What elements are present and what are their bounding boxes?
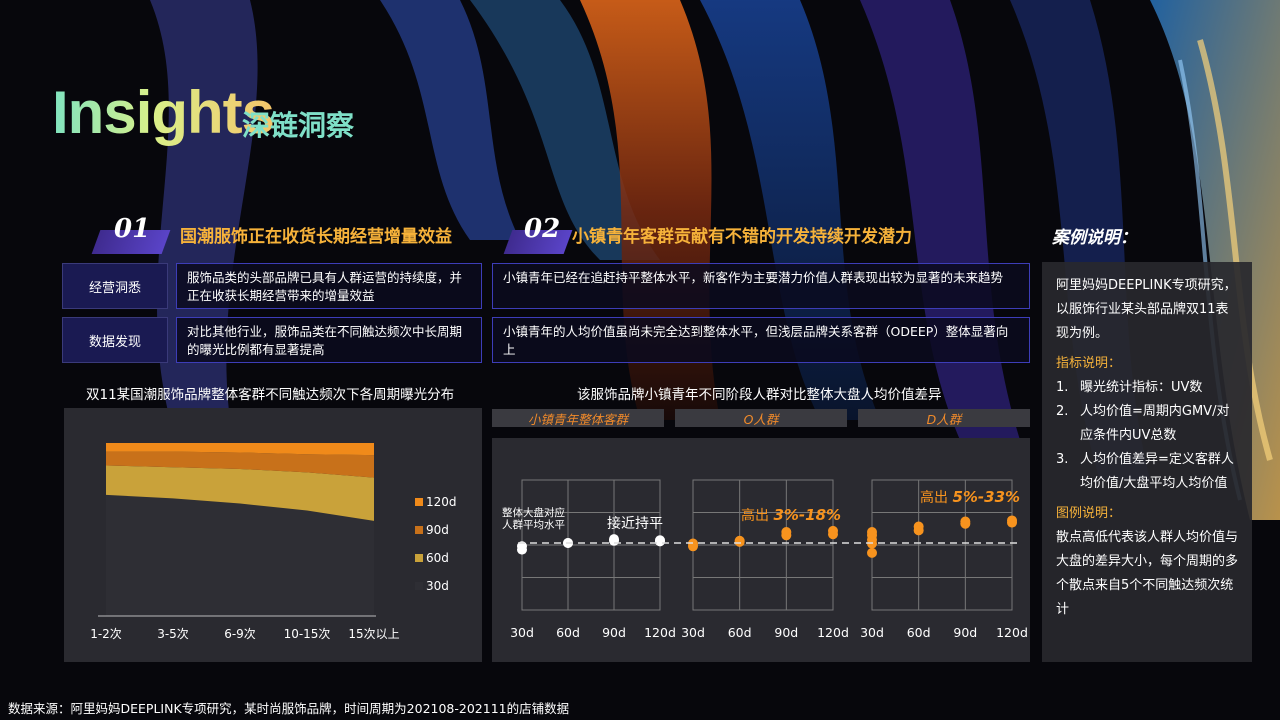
section-02-number: 02 xyxy=(524,214,561,244)
section-02-title: 小镇青年客群贡献有不错的开发持续开发潜力 xyxy=(572,227,912,247)
scatter-x-tick: 120d xyxy=(817,625,849,640)
x-tick-label: 15次以上 xyxy=(348,627,399,641)
scatter-point xyxy=(828,529,838,540)
scatter-x-tick: 90d xyxy=(953,625,977,640)
scatter-x-tick: 120d xyxy=(996,625,1028,640)
legend-swatch xyxy=(415,554,423,562)
row-label-insight: 经营洞悉 xyxy=(62,263,168,309)
section-01-title: 国潮服饰正在收货长期经营增量效益 xyxy=(180,227,452,247)
scatter-point xyxy=(609,535,619,546)
x-tick-label: 1-2次 xyxy=(90,627,122,641)
x-tick-label: 10-15次 xyxy=(284,627,331,641)
metrics-list: 1. 曝光统计指标：UV数 2. 人均价值=周期内GMV/对应条件内UV总数 3. 人… xyxy=(1056,376,1238,496)
scatter-point xyxy=(867,547,877,558)
legend-title: 图例说明： xyxy=(1056,506,1122,521)
legend-label: 120d xyxy=(426,495,457,509)
scatter-chart: 30d 60d 90d 120d 接近持平 30d 60d 90d 120d 高出 3%-18% 3… xyxy=(502,479,1028,640)
scatter-x-tick: 30d xyxy=(681,625,705,640)
legend-label: 30d xyxy=(426,579,449,593)
case-panel: 阿里妈妈DEEPLINK专项研究，以服饰行业某头部品牌双11表现为例。 指标说明… xyxy=(1042,262,1252,662)
data-source: 数据来源：阿里妈妈DEEPLINK专项研究，某时尚服饰品牌，时间周期为20210… xyxy=(8,701,570,716)
legend-text: 散点高低代表该人群人均价值与大盘的差异大小，每个周期的多个散点来自5个不同触达频… xyxy=(1056,530,1239,617)
case-title: 案例说明： xyxy=(1052,228,1137,248)
x-tick-label: 3-5次 xyxy=(157,627,189,641)
scatter-x-tick: 60d xyxy=(728,625,752,640)
area-chart-title: 双11某国潮服饰品牌整体客群不同触达频次下各周期曝光分布 xyxy=(86,387,455,403)
scatter-point xyxy=(960,518,971,529)
legend-swatch xyxy=(415,582,423,590)
scatter-x-tick: 90d xyxy=(774,625,798,640)
tag-small-town-youth: 小镇青年整体客群 xyxy=(492,409,664,427)
scatter-x-tick: 60d xyxy=(907,625,931,640)
row-insight-text-1: 服饰品类的头部品牌已具有人群运营的持续度，并正在收获长期经营带来的增量效益 xyxy=(176,263,482,309)
scatter-annotation: 高出 5%-33% xyxy=(920,488,1020,506)
scatter-annotation: 接近持平 xyxy=(607,515,663,532)
area-chart: 1-2次 3-5次 6-9次 10-15次 15次以上 120d 90d 60d 30d xyxy=(90,443,457,641)
scatter-x-tick: 90d xyxy=(602,625,626,640)
row-finding-text-2: 小镇青年的人均价值虽尚未完全达到整体水平，但浅层品牌关系客群（ODEEP）整体显… xyxy=(492,317,1030,363)
scatter-point xyxy=(913,525,924,536)
scatter-point xyxy=(1007,517,1017,528)
scatter-point xyxy=(781,530,792,541)
page-title-en: Insights xyxy=(52,79,275,146)
legend-label: 60d xyxy=(426,551,449,565)
scatter-x-tick: 120d xyxy=(644,625,676,640)
baseline-label-line2: 人群平均水平 xyxy=(502,518,565,531)
metric-item: 2. 人均价值=周期内GMV/对应条件内UV总数 xyxy=(1056,404,1230,443)
scatter-x-tick: 30d xyxy=(510,625,534,640)
legend-swatch xyxy=(415,526,423,534)
page-title-cn: 深链洞察 xyxy=(242,109,355,142)
legend-swatch xyxy=(415,498,423,506)
scatter-point xyxy=(655,536,665,547)
scatter-point xyxy=(734,535,745,546)
metric-item: 3. 人均价值差异=定义客群人均价值/大盘平均人均价值 xyxy=(1056,452,1234,491)
row-label-finding: 数据发现 xyxy=(62,317,168,363)
area-chart-panel: 1-2次 3-5次 6-9次 10-15次 15次以上 120d 90d 60d 30d xyxy=(64,408,482,662)
scatter-annotation: 高出 3%-18% xyxy=(741,506,841,524)
scatter-chart-title: 该服饰品牌小镇青年不同阶段人群对比整体大盘人均价值差异 xyxy=(577,387,942,403)
x-tick-label: 6-9次 xyxy=(224,627,256,641)
scatter-chart-panel: 30d 60d 90d 120d 接近持平 30d 60d 90d 120d 高出 3%-18% 3… xyxy=(492,438,1030,662)
section-01-number: 01 xyxy=(114,214,151,244)
case-intro: 阿里妈妈DEEPLINK专项研究，以服饰行业某头部品牌双11表现为例。 xyxy=(1056,278,1237,341)
metrics-title: 指标说明： xyxy=(1056,356,1122,371)
metric-item: 1. 曝光统计指标：UV数 xyxy=(1056,380,1203,395)
tag-o-group: O人群 xyxy=(675,409,847,427)
legend-label: 90d xyxy=(426,523,449,537)
row-insight-text-2: 小镇青年已经在追赶持平整体水平，新客作为主要潜力价值人群表现出较为显著的未来趋势 xyxy=(492,263,1030,309)
scatter-x-tick: 60d xyxy=(556,625,580,640)
baseline-label-line1: 整体大盘对应 xyxy=(502,506,565,519)
scatter-x-tick: 30d xyxy=(860,625,884,640)
tag-d-group: D人群 xyxy=(858,409,1030,427)
row-finding-text-1: 对比其他行业，服饰品类在不同触达频次中长周期的曝光比例都有显著提高 xyxy=(176,317,482,363)
